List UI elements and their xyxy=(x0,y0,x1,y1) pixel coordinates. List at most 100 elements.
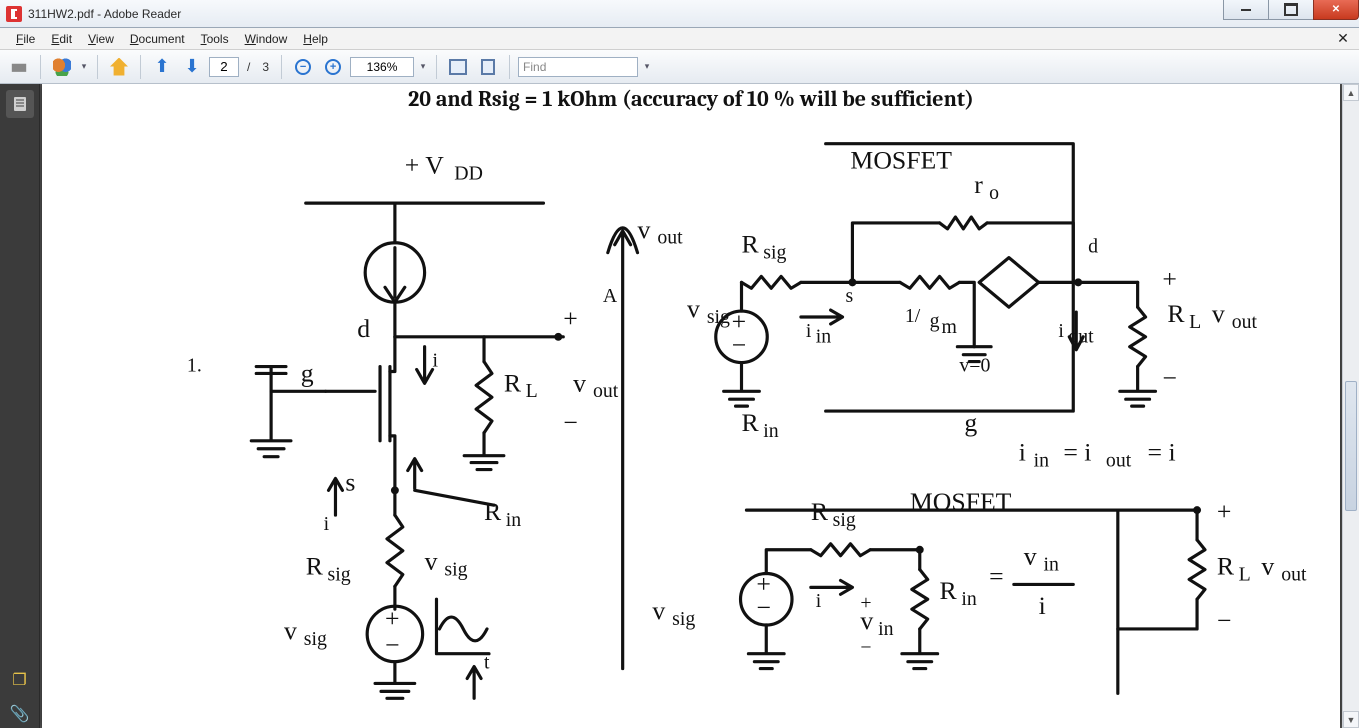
close-document-button[interactable]: ✕ xyxy=(1333,30,1353,48)
menu-tools[interactable]: Tools xyxy=(193,30,237,48)
svg-text:d: d xyxy=(357,314,370,343)
svg-text:R: R xyxy=(742,230,760,259)
fit-page-button[interactable] xyxy=(475,54,501,80)
svg-text:L: L xyxy=(526,380,538,402)
svg-text:v: v xyxy=(425,547,438,576)
menu-document[interactable]: Document xyxy=(122,30,193,48)
svg-text:sig: sig xyxy=(328,563,351,585)
next-page-button[interactable]: ⬇ xyxy=(179,54,205,80)
paperclip-icon: 📎 xyxy=(10,704,30,724)
thumbnails-panel-button[interactable] xyxy=(6,90,34,118)
svg-text:sig: sig xyxy=(833,509,856,531)
toolbar-separator xyxy=(436,55,437,79)
svg-text:R: R xyxy=(742,408,760,437)
zoom-out-button[interactable]: − xyxy=(290,54,316,80)
svg-text:R: R xyxy=(940,576,958,605)
find-placeholder: Find xyxy=(523,60,546,74)
svg-text:i: i xyxy=(1019,438,1026,467)
svg-text:in: in xyxy=(878,618,894,640)
svg-text:= i: = i xyxy=(1063,438,1091,467)
scroll-down-button[interactable]: ▼ xyxy=(1343,711,1359,728)
svg-text:1.: 1. xyxy=(187,354,202,376)
menu-help[interactable]: Help xyxy=(295,30,336,48)
svg-text:A: A xyxy=(603,285,618,307)
window-close-button[interactable] xyxy=(1313,0,1359,20)
scroll-track[interactable] xyxy=(1343,101,1359,711)
zoom-dropdown[interactable]: ▾ xyxy=(418,61,428,72)
navigation-pane: ❐ 📎 xyxy=(0,84,40,728)
upload-button[interactable] xyxy=(106,54,132,80)
plus-icon: + xyxy=(325,59,341,75)
svg-text:out: out xyxy=(1281,563,1307,585)
scroll-up-button[interactable]: ▲ xyxy=(1343,84,1359,101)
prev-page-button[interactable]: ⬆ xyxy=(149,54,175,80)
svg-text:DD: DD xyxy=(454,162,483,184)
svg-text:sig: sig xyxy=(763,242,786,264)
window-buttons xyxy=(1224,0,1359,27)
svg-text:g: g xyxy=(301,358,314,387)
svg-text:+ V: + V xyxy=(405,150,444,179)
svg-text:v: v xyxy=(284,616,297,645)
svg-text:v: v xyxy=(638,215,651,244)
page-total: 3 xyxy=(258,60,273,74)
svg-text:+: + xyxy=(1217,497,1232,526)
svg-text:i: i xyxy=(324,513,330,535)
comments-panel-button[interactable]: ❐ xyxy=(6,666,34,694)
svg-text:MOSFET: MOSFET xyxy=(850,145,952,174)
toolbar: ▾ ⬆ ⬇ / 3 − + 136% ▾ Find ▾ xyxy=(0,50,1359,84)
svg-text:in: in xyxy=(1044,554,1060,576)
collaborate-button[interactable] xyxy=(49,54,75,80)
svg-text:v: v xyxy=(1212,299,1225,328)
find-dropdown[interactable]: ▾ xyxy=(642,61,652,72)
svg-text:=: = xyxy=(989,561,1004,590)
svg-text:in: in xyxy=(763,420,779,442)
svg-text:R: R xyxy=(1217,552,1235,581)
svg-text:t: t xyxy=(484,652,490,674)
zoom-level-value: 136% xyxy=(367,60,398,74)
comments-icon: ❐ xyxy=(12,670,26,690)
menu-edit[interactable]: Edit xyxy=(43,30,80,48)
print-button[interactable] xyxy=(6,54,32,80)
document-area[interactable]: 20 and Rsig = 1 kOhm (accuracy of 10 % w… xyxy=(40,84,1342,728)
page-number-input[interactable] xyxy=(209,57,239,77)
scroll-thumb[interactable] xyxy=(1345,381,1357,511)
svg-text:v: v xyxy=(652,596,665,625)
zoom-level-select[interactable]: 136% xyxy=(350,57,414,77)
find-input[interactable]: Find xyxy=(518,57,638,77)
menu-document-label: ocument xyxy=(139,32,185,46)
page-content-image: .s { stroke:#111; stroke-width:3.2; fill… xyxy=(42,114,1340,728)
svg-text:g: g xyxy=(930,310,940,332)
svg-text:v: v xyxy=(573,368,586,397)
zoom-in-button[interactable]: + xyxy=(320,54,346,80)
svg-text:i: i xyxy=(433,350,439,372)
svg-text:s: s xyxy=(345,467,355,496)
menu-file[interactable]: File xyxy=(8,30,43,48)
window-maximize-button[interactable] xyxy=(1268,0,1314,20)
fit-width-button[interactable] xyxy=(445,54,471,80)
svg-text:+: + xyxy=(1162,264,1177,293)
svg-text:−: − xyxy=(563,408,578,437)
toolbar-separator xyxy=(509,55,510,79)
svg-text:−: − xyxy=(385,631,400,660)
vertical-scrollbar[interactable]: ▲ ▼ xyxy=(1342,84,1359,728)
print-icon xyxy=(10,58,28,76)
collaborate-dropdown[interactable]: ▾ xyxy=(79,61,89,72)
minus-icon: − xyxy=(295,59,311,75)
svg-text:v: v xyxy=(1024,542,1037,571)
menu-view-label: iew xyxy=(96,32,114,46)
svg-text:+: + xyxy=(385,604,400,633)
menu-window[interactable]: Window xyxy=(237,30,296,48)
fit-page-icon xyxy=(481,59,495,75)
window-title: 311HW2.pdf - Adobe Reader xyxy=(28,7,181,21)
window-minimize-button[interactable] xyxy=(1223,0,1269,20)
page-thumbnails-icon xyxy=(11,95,29,113)
svg-text:r: r xyxy=(974,170,983,199)
svg-text:= i: = i xyxy=(1148,438,1176,467)
menu-view[interactable]: View xyxy=(80,30,122,48)
svg-text:v: v xyxy=(687,294,700,323)
svg-text:+: + xyxy=(563,304,578,333)
attachments-panel-button[interactable]: 📎 xyxy=(6,700,34,728)
app-icon xyxy=(6,6,22,22)
svg-text:o: o xyxy=(989,182,999,204)
svg-text:out: out xyxy=(657,227,683,249)
